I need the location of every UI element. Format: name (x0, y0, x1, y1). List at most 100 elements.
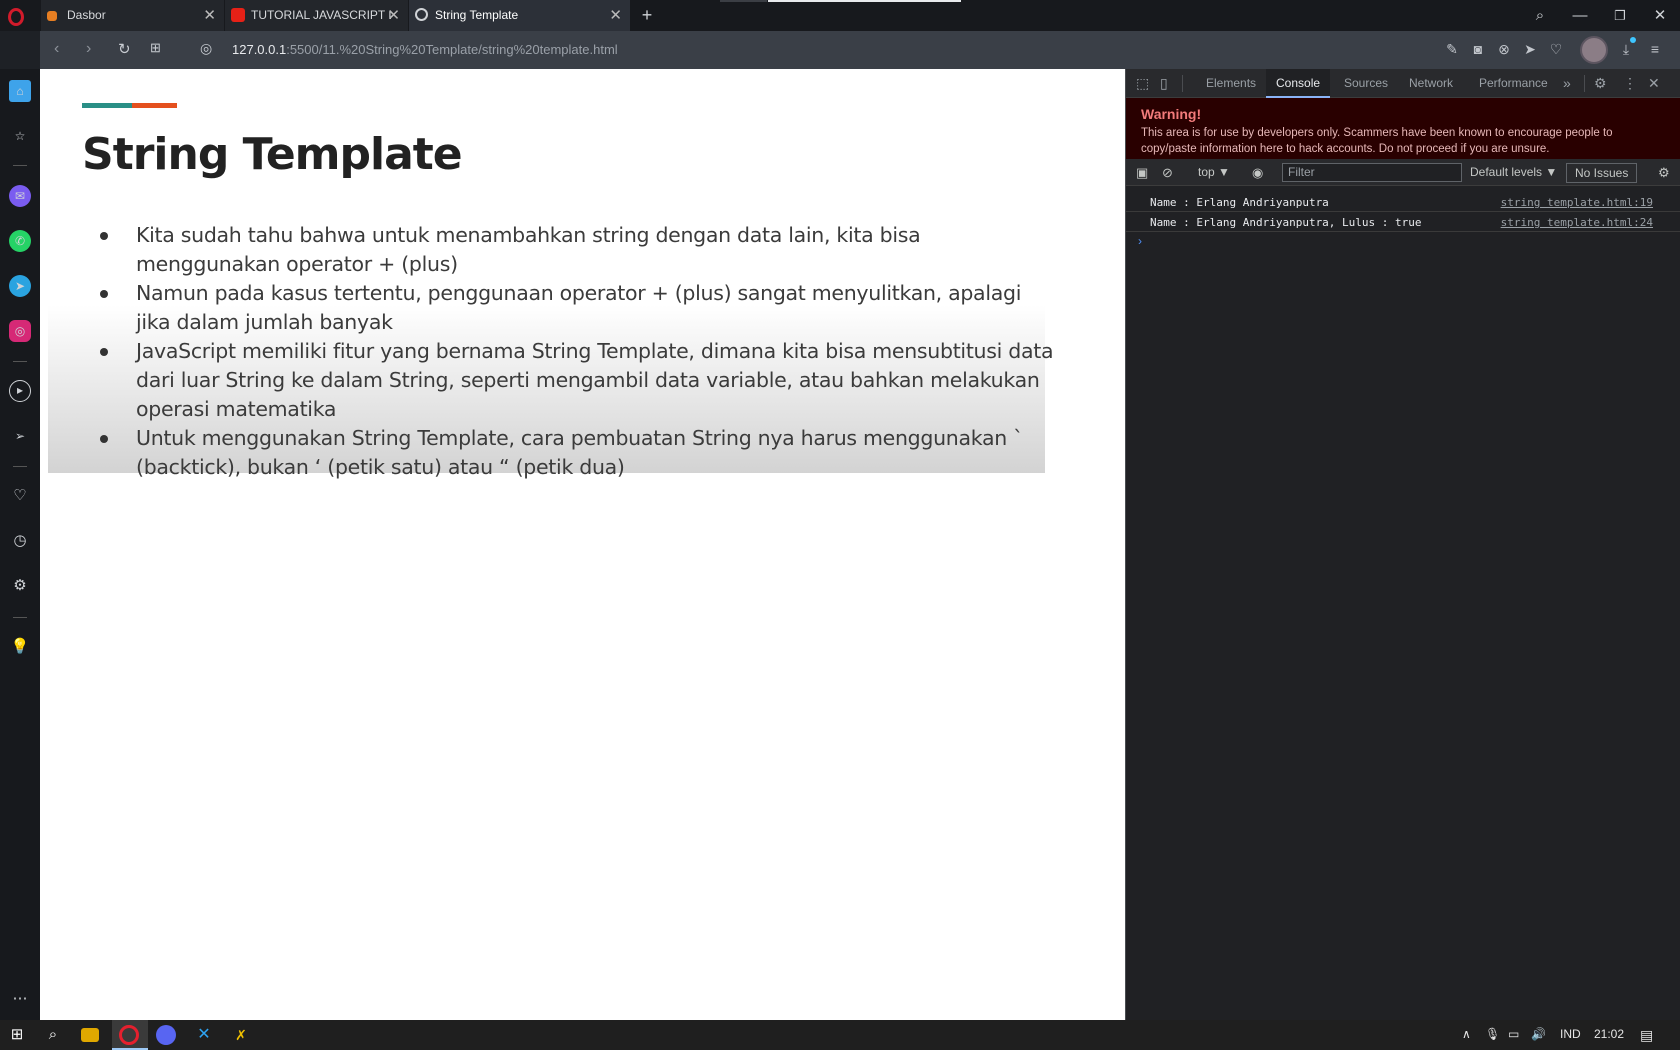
back-button[interactable]: ‹ (54, 40, 59, 58)
my-flow-icon[interactable]: ➢ (9, 425, 31, 447)
list-item: Namun pada kasus tertentu, penggunaan op… (88, 279, 1058, 337)
sidebar-divider (13, 466, 27, 467)
clock[interactable]: 21:02 (1594, 1027, 1624, 1041)
youtube-favicon-icon (231, 8, 245, 22)
tips-lightbulb-icon[interactable]: 💡 (9, 636, 31, 658)
sidebar: ⌂ ☆ ✉ ✆ ➤ ◎ ▸ ➢ ♡ ◷ ⚙ 💡 ⋯ (0, 69, 40, 1020)
toolbar-divider (1182, 75, 1183, 92)
player-icon[interactable]: ▸ (9, 380, 31, 402)
url-path: :5500/11.%20String%20Template/string%20t… (286, 42, 618, 57)
inspect-element-icon[interactable]: ⬚ (1136, 69, 1149, 98)
notifications-icon[interactable]: ▤ (1640, 1027, 1653, 1044)
list-item: Untuk menggunakan String Template, cara … (88, 424, 1058, 482)
home-icon[interactable]: ⌂ (9, 80, 31, 102)
windows-start-icon[interactable]: ⊞ (6, 1024, 28, 1046)
search-tabs-icon[interactable]: ⌕ (1520, 0, 1560, 31)
tab-tutorial[interactable]: TUTORIAL JAVASCRIPT DAS ✕ (225, 0, 408, 31)
telegram-icon[interactable]: ➤ (9, 275, 31, 297)
windows-taskbar: ⊞ ⌕ ✕ ✗ ∧ 🎙 ▭ 🔊 IND 21:02 ▤ (0, 1020, 1680, 1050)
history-icon[interactable]: ◷ (9, 530, 31, 552)
tab-title: Dasbor (67, 8, 106, 22)
network-icon[interactable]: ▭ (1508, 1027, 1519, 1041)
microphone-icon[interactable]: 🎙 (1485, 1027, 1500, 1041)
opera-logo-icon[interactable] (8, 8, 24, 26)
devtools-panel: ⬚ ▯ Elements Console Sources Network Per… (1125, 69, 1680, 1020)
edit-icon[interactable]: ✎ (1444, 41, 1460, 57)
adblock-icon[interactable]: ⊗ (1496, 41, 1512, 57)
close-tab-icon[interactable]: ✕ (203, 0, 216, 31)
new-tab-button[interactable]: + (627, 0, 667, 31)
restore-button[interactable]: ❐ (1600, 0, 1640, 31)
sidebar-divider (13, 165, 27, 166)
more-tabs-button[interactable]: » (1563, 69, 1571, 98)
log-source-link[interactable]: string template.html:24 (1501, 216, 1653, 229)
speed-dial-icon[interactable]: ⊞ (150, 40, 161, 56)
input-language[interactable]: IND (1560, 1027, 1581, 1041)
reload-button[interactable]: ↻ (118, 40, 131, 58)
xampp-icon[interactable]: ✗ (230, 1024, 252, 1046)
list-item: JavaScript memiliki fitur yang bernama S… (88, 337, 1058, 424)
sidebar-divider (13, 361, 27, 362)
vscode-icon[interactable]: ✕ (193, 1024, 215, 1046)
camera-icon[interactable]: ◙ (1470, 41, 1486, 57)
console-log-row: Name : Erlang Andriyanputra, Lulus : tru… (1126, 212, 1680, 232)
devtools-settings-gear-icon[interactable]: ⚙ (1594, 69, 1607, 98)
live-expression-eye-icon[interactable]: ◉ (1252, 165, 1263, 181)
minimize-button[interactable]: — (1560, 0, 1600, 31)
context-selector[interactable]: top ▼ (1198, 165, 1230, 179)
close-window-button[interactable]: ✕ (1640, 0, 1680, 31)
send-icon[interactable]: ➤ (1522, 41, 1538, 57)
instagram-icon[interactable]: ◎ (9, 320, 31, 342)
tab-dasbor[interactable]: Dasbor ✕ (41, 0, 224, 31)
tab-network[interactable]: Network (1409, 69, 1453, 98)
show-hidden-icons-chevron-icon[interactable]: ∧ (1462, 1027, 1471, 1041)
tab-performance[interactable]: Performance (1479, 69, 1548, 98)
devtools-menu-icon[interactable]: ⋮ (1623, 69, 1637, 98)
close-tab-icon[interactable]: ✕ (609, 0, 622, 31)
log-source-link[interactable]: string template.html:19 (1501, 196, 1653, 209)
easy-setup-icon[interactable]: ≡ (1647, 41, 1663, 57)
volume-icon[interactable]: 🔊 (1531, 1027, 1546, 1041)
tab-title: String Template (435, 8, 519, 22)
devtools-tabbar: ⬚ ▯ Elements Console Sources Network Per… (1126, 69, 1680, 98)
pinboard-icon[interactable]: ☆ (9, 125, 31, 147)
download-icon[interactable]: ⤓ (1618, 41, 1634, 57)
tab-strip-indicator (768, 0, 961, 2)
site-info-icon[interactable]: ◎ (200, 40, 212, 57)
settings-gear-icon[interactable]: ⚙ (9, 575, 31, 597)
opera-taskbar-icon[interactable] (119, 1025, 139, 1045)
log-message: Name : Erlang Andriyanputra (1150, 196, 1329, 209)
title-bar: Dasbor ✕ TUTORIAL JAVASCRIPT DAS ✕ Strin… (0, 0, 1680, 31)
warning-title: Warning! (1141, 106, 1202, 122)
clear-console-icon[interactable]: ⊘ (1162, 165, 1173, 181)
console-log-row: Name : Erlang Andriyanputra string templ… (1126, 192, 1680, 212)
tab-sources[interactable]: Sources (1344, 69, 1388, 98)
messenger-icon[interactable]: ✉ (9, 185, 31, 207)
close-tab-icon[interactable]: ✕ (387, 0, 400, 31)
web-page: String Template Kita sudah tahu bahwa un… (40, 69, 1125, 1020)
log-levels-dropdown[interactable]: Default levels ▼ (1470, 165, 1557, 179)
console-filter-input[interactable]: Filter (1282, 163, 1462, 182)
tab-string-template[interactable]: String Template ✕ (409, 0, 630, 31)
sidebar-toggle-icon[interactable]: ▣ (1136, 165, 1148, 181)
warning-text: This area is for use by developers only.… (1141, 127, 1613, 155)
more-options-icon[interactable]: ⋯ (9, 988, 31, 1010)
console-prompt[interactable]: › (1138, 234, 1142, 248)
heart-icon[interactable]: ♡ (1548, 41, 1564, 57)
download-badge (1630, 37, 1636, 43)
devtools-close-icon[interactable]: ✕ (1648, 69, 1660, 98)
avatar[interactable] (1580, 36, 1608, 64)
issues-button[interactable]: No Issues (1566, 163, 1638, 183)
url-host: 127.0.0.1 (232, 42, 287, 57)
tab-console[interactable]: Console (1266, 69, 1331, 98)
file-explorer-icon[interactable] (81, 1028, 99, 1042)
console-settings-gear-icon[interactable]: ⚙ (1658, 165, 1670, 181)
whatsapp-icon[interactable]: ✆ (9, 230, 31, 252)
device-toolbar-icon[interactable]: ▯ (1160, 69, 1168, 98)
search-icon[interactable]: ⌕ (42, 1024, 64, 1046)
discord-icon[interactable] (156, 1025, 176, 1045)
forward-button[interactable]: › (86, 40, 91, 58)
tab-elements[interactable]: Elements (1206, 69, 1256, 98)
bookmarks-heart-icon[interactable]: ♡ (9, 485, 31, 507)
url-field[interactable]: 127.0.0.1:5500/11.%20String%20Template/s… (232, 42, 618, 57)
